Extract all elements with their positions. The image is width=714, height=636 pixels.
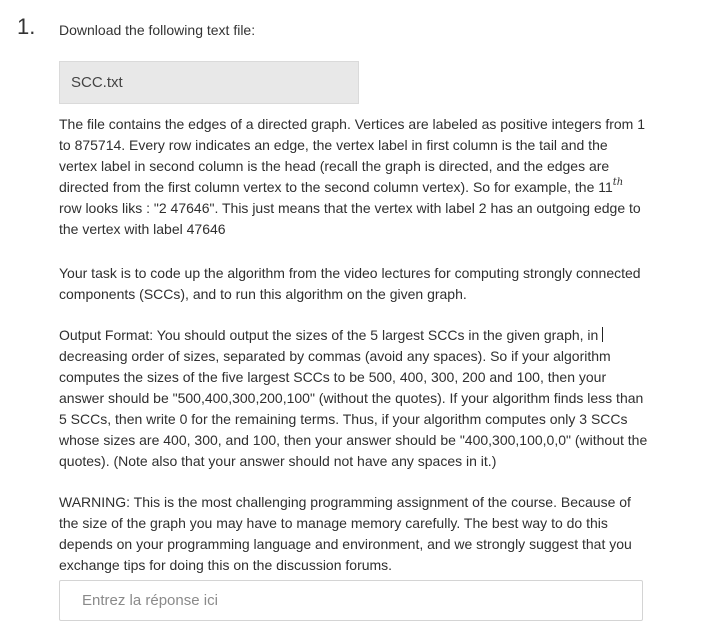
paragraph-text: Output Format: You should output the siz… — [59, 327, 603, 343]
paragraph-text: row looks liks : "2 47646". This just me… — [59, 200, 641, 237]
paragraph-task: Your task is to code up the algorithm fr… — [59, 265, 641, 302]
paragraph-file-description: The file contains the edges of a directe… — [59, 114, 649, 240]
question-number: 1. — [17, 14, 36, 39]
file-download-link[interactable]: SCC.txt — [59, 61, 359, 104]
paragraph-text: decreasing order of sizes, separated by … — [59, 348, 648, 469]
download-instruction: Download the following text file: — [59, 22, 256, 38]
paragraph-text: The file contains the edges of a directe… — [59, 116, 646, 195]
text-cursor — [602, 327, 604, 342]
paragraph-output-format: Output Format: You should output the siz… — [59, 325, 649, 472]
paragraph-warning: WARNING: This is the most challenging pr… — [59, 494, 632, 573]
superscript-th: th — [612, 177, 624, 188]
answer-input[interactable] — [59, 580, 643, 621]
